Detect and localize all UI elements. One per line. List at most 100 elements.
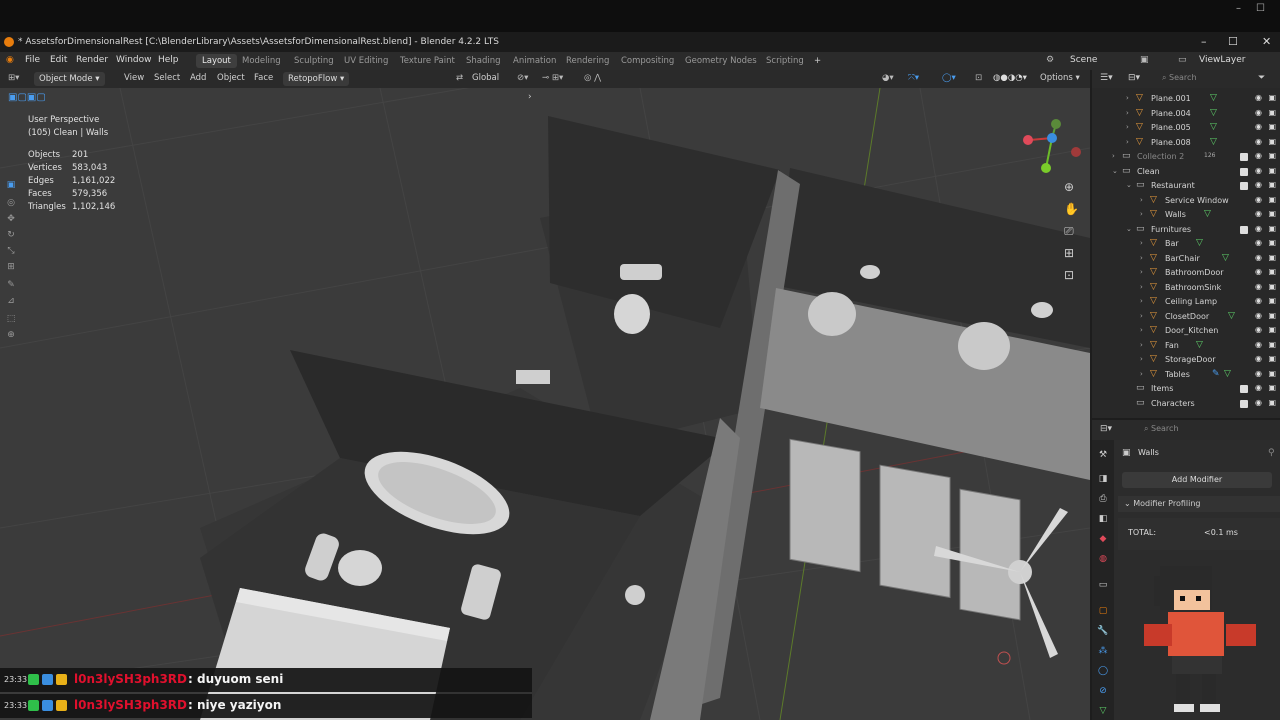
os-minimize-button[interactable]: – xyxy=(1236,3,1241,14)
constraints-tab-icon[interactable]: ⊘ xyxy=(1097,686,1109,698)
outliner-row[interactable]: › ▽ Plane.005 ▽ ◉ ▣ xyxy=(1092,121,1280,136)
collection-checkbox[interactable] xyxy=(1240,225,1248,234)
transform-icon[interactable]: ⊞ xyxy=(5,262,17,274)
collection-tab-icon[interactable]: ▭ xyxy=(1097,580,1109,592)
world-tab-icon[interactable]: ◍ xyxy=(1097,554,1109,566)
eye-icon[interactable]: ◉ xyxy=(1255,209,1262,218)
camera-icon[interactable]: ▣ xyxy=(1268,209,1276,218)
eye-icon[interactable]: ◉ xyxy=(1255,137,1262,146)
eye-icon[interactable]: ◉ xyxy=(1255,267,1262,276)
outliner-row[interactable]: › ▽ Door_Kitchen ◉ ▣ xyxy=(1092,324,1280,339)
menu-window[interactable]: Window xyxy=(116,55,152,65)
outliner-row[interactable]: › ▽ BathroomDoor ◉ ▣ xyxy=(1092,266,1280,281)
eye-icon[interactable]: ◉ xyxy=(1255,296,1262,305)
camera-icon[interactable]: ▣ xyxy=(1268,93,1276,102)
tab-sculpting[interactable]: Sculpting xyxy=(288,54,340,68)
outliner-row[interactable]: ▭ Items ◉ ▣ xyxy=(1092,382,1280,397)
camera-icon[interactable]: ▣ xyxy=(1268,296,1276,305)
eye-icon[interactable]: ◉ xyxy=(1255,166,1262,175)
outliner-row[interactable]: › ▽ BathroomSink ◉ ▣ xyxy=(1092,281,1280,296)
outliner-editor-icon[interactable]: ☰▾ xyxy=(1100,73,1113,83)
camera-icon[interactable]: ▣ xyxy=(1268,195,1276,204)
visibility-icon[interactable]: ◕▾ xyxy=(882,73,894,83)
toggle-view-icon[interactable]: ⊡ xyxy=(1064,268,1074,282)
tool-tab-icon[interactable]: ⚒ xyxy=(1097,450,1109,462)
outliner-row[interactable]: › ▽ Bar ▽ ◉ ▣ xyxy=(1092,237,1280,252)
properties-editor-icon[interactable]: ⊟▾ xyxy=(1100,424,1112,434)
tab-geometry-nodes[interactable]: Geometry Nodes xyxy=(679,54,763,68)
eye-icon[interactable]: ◉ xyxy=(1255,151,1262,160)
filter-icon[interactable]: ⏷ xyxy=(1258,73,1265,83)
os-maximize-button[interactable]: ☐ xyxy=(1256,3,1265,14)
data-tab-icon[interactable]: ▽ xyxy=(1097,706,1109,718)
chat-username[interactable]: l0n3lySH3ph3RD xyxy=(74,698,187,712)
eye-icon[interactable]: ◉ xyxy=(1255,340,1262,349)
scene-selector[interactable]: Scene xyxy=(1070,55,1097,65)
sidebar-toggle-chevron-icon[interactable]: › xyxy=(528,92,532,102)
retopoflow-menu[interactable]: RetopoFlow ▾ xyxy=(283,72,350,86)
render-tab-icon[interactable]: ◨ xyxy=(1097,474,1109,486)
eye-icon[interactable]: ◉ xyxy=(1255,253,1262,262)
collection-checkbox[interactable] xyxy=(1240,385,1248,393)
eye-icon[interactable]: ◉ xyxy=(1255,180,1262,189)
add-modifier-button[interactable]: Add Modifier xyxy=(1122,472,1272,488)
proportional-edit-icon[interactable]: ◎ ⋀ xyxy=(584,73,601,83)
eye-icon[interactable]: ◉ xyxy=(1255,122,1262,131)
outliner-row[interactable]: › ▽ Plane.008 ▽ ◉ ▣ xyxy=(1092,136,1280,151)
camera-icon[interactable]: ▣ xyxy=(1268,267,1276,276)
viewport-menu-view[interactable]: View xyxy=(124,73,144,83)
eye-icon[interactable]: ◉ xyxy=(1255,238,1262,247)
view-layer-tab-icon[interactable]: ◧ xyxy=(1097,514,1109,526)
outliner-row[interactable]: › ▽ Plane.001 ▽ ◉ ▣ xyxy=(1092,92,1280,107)
window-minimize-button[interactable]: – xyxy=(1201,35,1207,48)
options-button[interactable]: Options ▾ xyxy=(1040,73,1080,83)
menu-edit[interactable]: Edit xyxy=(50,55,67,65)
zoom-icon[interactable]: ⊕ xyxy=(1064,180,1074,194)
camera-icon[interactable]: ▣ xyxy=(1268,122,1276,131)
transform-orientation-selector[interactable]: Global xyxy=(472,73,499,83)
outliner-row[interactable]: › ▽ Fan ▽ ◉ ▣ xyxy=(1092,339,1280,354)
scale-icon[interactable]: ⤡ xyxy=(5,246,17,258)
chat-username[interactable]: l0n3lySH3ph3RD xyxy=(74,672,187,686)
selection-mode-icons[interactable]: ▣▢▣▢ xyxy=(8,92,46,103)
camera-icon[interactable]: ▣ xyxy=(1268,398,1276,407)
mode-selector[interactable]: Object Mode ▾ xyxy=(34,72,105,86)
camera-icon[interactable]: ▣ xyxy=(1268,180,1276,189)
outliner-row[interactable]: › ▽ BarChair ▽ ◉ ▣ xyxy=(1092,252,1280,267)
modifier-tab-icon[interactable]: 🔧 xyxy=(1097,626,1109,638)
add-cube-icon[interactable]: ⬚ xyxy=(5,314,17,326)
menu-file[interactable]: File xyxy=(25,55,40,65)
outliner-row[interactable]: › ▽ Plane.004 ▽ ◉ ▣ xyxy=(1092,107,1280,122)
outliner-row[interactable]: › ▽ ClosetDoor ▽ ◉ ▣ xyxy=(1092,310,1280,325)
xray-toggle-icon[interactable]: ⊡ xyxy=(975,73,982,83)
camera-icon[interactable]: ▣ xyxy=(1268,311,1276,320)
outliner-search-input[interactable]: ⌕ Search xyxy=(1162,73,1197,83)
shading-modes-icon[interactable]: ◍●◑◔▾ xyxy=(993,73,1027,83)
pin-icon[interactable]: ⚲ xyxy=(1268,448,1275,458)
tab-texture-paint[interactable]: Texture Paint xyxy=(394,54,461,68)
camera-icon[interactable]: ▣ xyxy=(1268,108,1276,117)
tab-layout[interactable]: Layout xyxy=(196,54,237,68)
tab-shading[interactable]: Shading xyxy=(460,54,507,68)
camera-icon[interactable]: ▣ xyxy=(1268,166,1276,175)
menu-help[interactable]: Help xyxy=(158,55,179,65)
camera-icon[interactable]: ▣ xyxy=(1268,354,1276,363)
pan-hand-icon[interactable]: ✋ xyxy=(1064,202,1079,216)
eye-icon[interactable]: ◉ xyxy=(1255,224,1262,233)
eye-icon[interactable]: ◉ xyxy=(1255,369,1262,378)
eye-icon[interactable]: ◉ xyxy=(1255,282,1262,291)
camera-icon[interactable]: ▣ xyxy=(1268,369,1276,378)
select-box-icon[interactable]: ▣ xyxy=(5,180,17,192)
object-tab-icon[interactable]: ▢ xyxy=(1097,606,1109,618)
outliner-row[interactable]: › ▽ Ceiling Lamp ◉ ▣ xyxy=(1092,295,1280,310)
outliner-display-icon[interactable]: ⊟▾ xyxy=(1128,73,1140,83)
viewport-menu-face[interactable]: Face xyxy=(254,73,273,83)
outliner-row[interactable]: › ▽ Walls ▽ ◉ ▣ xyxy=(1092,208,1280,223)
tab-scripting[interactable]: Scripting xyxy=(760,54,810,68)
tab-animation[interactable]: Animation xyxy=(507,54,562,68)
overlay-toggle-icon[interactable]: ◯▾ xyxy=(942,73,956,83)
properties-search-input[interactable]: ⌕ Search xyxy=(1144,424,1179,434)
cursor-icon[interactable]: ◎ xyxy=(5,198,17,210)
viewport-menu-object[interactable]: Object xyxy=(217,73,245,83)
tab-compositing[interactable]: Compositing xyxy=(615,54,680,68)
